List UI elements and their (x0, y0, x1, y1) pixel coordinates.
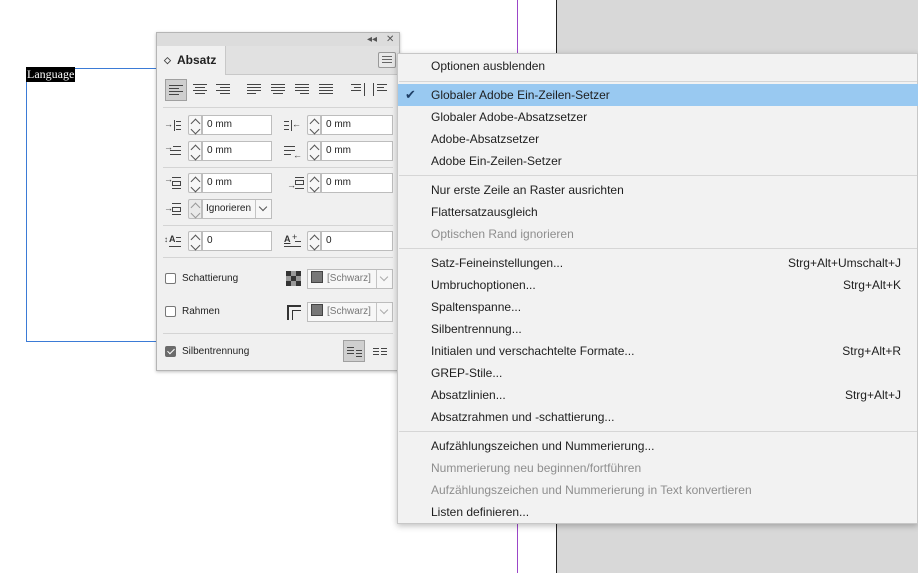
shading-label: Schattierung (182, 273, 239, 284)
menu-item-grep-styles[interactable]: GREP-Stile... (398, 362, 918, 384)
span-columns-button[interactable] (369, 340, 391, 362)
menu-item-restart-numbering: Nummerierung neu beginnen/fortführen (431, 461, 642, 475)
swatch-icon (311, 271, 323, 283)
menu-item-global-paragraph-composer[interactable]: Globaler Adobe-Absatzsetzer (398, 106, 918, 128)
border-color-value: [Schwarz] (327, 306, 371, 317)
left-indent-stepper[interactable] (188, 115, 202, 135)
tab-absatz[interactable]: ◇ Absatz (157, 46, 226, 75)
menu-item-border-shading[interactable]: Absatzrahmen und -schattierung... (398, 406, 918, 428)
drop-cap-chars-icon: A + (284, 233, 301, 249)
menu-item-hyphenation[interactable]: Silbentrennung... (398, 318, 918, 340)
space-after-field[interactable]: 0 mm (321, 173, 393, 193)
checkmark-icon: ✔ (405, 87, 416, 102)
menu-item-define-lists[interactable]: Listen definieren... (398, 501, 918, 523)
align-to-grid-value: Ignorieren (206, 203, 252, 214)
chevron-down-icon (255, 200, 271, 218)
menu-item-drop-caps-nested-styles[interactable]: Initialen und verschachtelte Formate... S… (398, 340, 918, 362)
panel-tabbar: ◇ Absatz (157, 46, 399, 75)
space-before-field[interactable]: 0 mm (202, 173, 272, 193)
align-left-button[interactable] (165, 79, 187, 101)
menu-item-bullets-numbering[interactable]: Aufzählungszeichen und Nummerierung... (398, 435, 918, 457)
menu-item-convert-numbering: Aufzählungszeichen und Nummerierung in T… (431, 483, 752, 497)
drop-cap-lines-icon: ↕ A (164, 233, 181, 249)
align-center-button[interactable] (189, 79, 211, 101)
hyphenation-checkbox[interactable] (165, 346, 176, 357)
shading-icon (286, 271, 302, 287)
divider (163, 167, 393, 168)
last-line-indent-stepper[interactable] (307, 141, 321, 161)
collapse-icon[interactable]: ◂◂ (367, 33, 377, 46)
swatch-icon (311, 304, 323, 316)
align-right-button[interactable] (212, 79, 234, 101)
menu-item-paragraph-composer[interactable]: Adobe-Absatzsetzer (398, 128, 918, 150)
panel-titlebar[interactable]: ◂◂ ✕ (157, 33, 399, 46)
no-span-columns-button[interactable] (343, 340, 365, 362)
menu-divider (399, 81, 917, 82)
tab-label: Absatz (177, 53, 217, 67)
border-color-select[interactable]: [Schwarz] (307, 302, 393, 322)
drop-cap-lines-stepper[interactable] (188, 231, 202, 251)
selected-text[interactable]: Language (26, 67, 76, 82)
menu-item-keep-options[interactable]: Umbruchoptionen... Strg+Alt+K (398, 274, 918, 296)
right-indent-icon: ← (284, 117, 301, 133)
menu-item-single-line-composer[interactable]: Adobe Ein-Zeilen-Setzer (398, 150, 918, 172)
justify-left-button[interactable] (243, 79, 265, 101)
space-after-stepper[interactable] (307, 173, 321, 193)
menu-divider (399, 431, 917, 432)
border-label: Rahmen (182, 306, 220, 317)
divider (163, 333, 393, 334)
tab-chevron-icon: ◇ (164, 55, 171, 65)
first-line-indent-stepper[interactable] (188, 141, 202, 161)
first-line-indent-field[interactable]: 0 mm (202, 141, 272, 161)
close-icon[interactable]: ✕ (386, 33, 394, 46)
space-before-stepper[interactable] (188, 173, 202, 193)
menu-item-span-columns[interactable]: Spaltenspanne... (398, 296, 918, 318)
align-to-grid-icon: → (164, 201, 181, 217)
align-to-grid-stepper[interactable] (188, 199, 202, 219)
paragraph-border-icon (286, 304, 302, 320)
border-checkbox[interactable] (165, 306, 176, 317)
last-line-indent-field[interactable]: 0 mm (321, 141, 393, 161)
text-frame[interactable] (26, 68, 163, 342)
last-line-indent-icon: ← (284, 143, 302, 160)
chevron-down-icon (376, 303, 392, 321)
right-indent-stepper[interactable] (307, 115, 321, 135)
menu-divider (399, 248, 917, 249)
justify-right-button[interactable] (291, 79, 313, 101)
space-after-icon: → (287, 175, 304, 191)
menu-item-global-single-line-composer[interactable]: ✔ Globaler Adobe Ein-Zeilen-Setzer (398, 84, 918, 106)
align-towards-spine-button[interactable] (347, 79, 369, 101)
menu-item-ignore-optical-margin: Optischen Rand ignorieren (431, 227, 574, 241)
panel-menu-button[interactable] (378, 52, 396, 68)
align-to-grid-select[interactable]: Ignorieren (202, 199, 272, 219)
drop-cap-chars-field[interactable]: 0 (321, 231, 393, 251)
chevron-down-icon (376, 270, 392, 288)
shading-checkbox[interactable] (165, 273, 176, 284)
hyphenation-label: Silbentrennung (182, 346, 250, 357)
align-away-from-spine-button[interactable] (370, 79, 392, 101)
divider (163, 257, 393, 258)
first-line-indent-icon: → (164, 143, 181, 159)
menu-item-hide-options[interactable]: Optionen ausblenden (398, 55, 918, 77)
paragraph-panel: ◂◂ ✕ ◇ Absatz → 0 mm ← 0 mm → 0 mm ← 0 m… (156, 32, 400, 371)
menu-divider (399, 175, 917, 176)
space-before-icon: → (164, 175, 181, 191)
right-indent-field[interactable]: 0 mm (321, 115, 393, 135)
menu-item-first-line-to-grid[interactable]: Nur erste Zeile an Raster ausrichten (398, 179, 918, 201)
panel-flyout-menu: Optionen ausblenden ✔ Globaler Adobe Ein… (397, 53, 918, 524)
justify-all-button[interactable] (315, 79, 337, 101)
menu-item-balance-ragged-lines[interactable]: Flattersatzausgleich (398, 201, 918, 223)
drop-cap-chars-stepper[interactable] (307, 231, 321, 251)
divider (163, 107, 393, 108)
menu-item-justification[interactable]: Satz-Feineinstellungen... Strg+Alt+Umscha… (398, 252, 918, 274)
menu-item-paragraph-rules[interactable]: Absatzlinien... Strg+Alt+J (398, 384, 918, 406)
divider (163, 225, 393, 226)
left-indent-icon: → (164, 117, 181, 133)
left-indent-field[interactable]: 0 mm (202, 115, 272, 135)
shading-color-select[interactable]: [Schwarz] (307, 269, 393, 289)
shading-color-value: [Schwarz] (327, 273, 371, 284)
justify-center-button[interactable] (267, 79, 289, 101)
drop-cap-lines-field[interactable]: 0 (202, 231, 272, 251)
